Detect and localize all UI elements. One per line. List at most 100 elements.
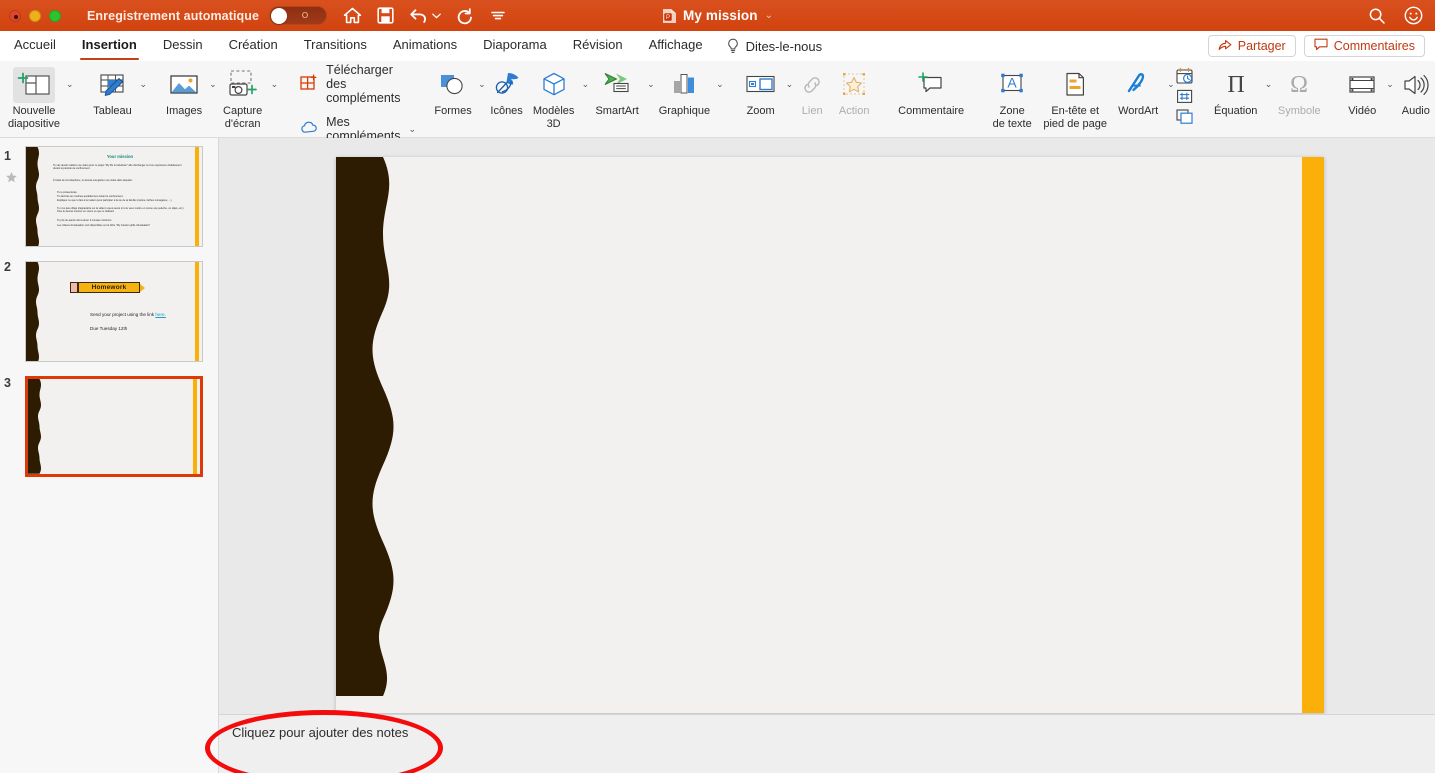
- tab-accueil[interactable]: Accueil: [14, 37, 56, 55]
- table-button[interactable]: Tableau: [88, 65, 138, 118]
- new-comment-button[interactable]: Commentaire: [891, 65, 971, 118]
- link-button[interactable]: Lien: [793, 65, 831, 118]
- tab-affichage[interactable]: Affichage: [649, 37, 703, 55]
- date-time-icon[interactable]: [1175, 67, 1195, 85]
- redo-icon[interactable]: [455, 6, 474, 25]
- tell-me-box[interactable]: Dites-le-nous: [726, 38, 822, 54]
- equation-button[interactable]: Π Équation: [1209, 65, 1263, 118]
- notes-pane[interactable]: Cliquez pour ajouter des notes: [219, 714, 1435, 773]
- save-icon[interactable]: [376, 6, 395, 25]
- zoom-label: Zoom: [746, 105, 775, 117]
- title-chevron-down-icon[interactable]: ⌄: [765, 10, 773, 21]
- slide-thumbnail-3[interactable]: [25, 376, 203, 477]
- smartart-button[interactable]: SmartArt: [589, 65, 645, 118]
- slide-thumbnail-2[interactable]: Homework Send your project using the lin…: [25, 261, 203, 362]
- ribbon-group-text: A Zone de texte En-tête et pied de page …: [985, 61, 1195, 137]
- chart-chevron-down-icon[interactable]: ⌄: [716, 79, 724, 90]
- chart-button[interactable]: Graphique: [655, 65, 714, 118]
- minimize-window-button[interactable]: [29, 9, 41, 22]
- images-chevron-down-icon[interactable]: ⌄: [209, 79, 217, 90]
- share-icon: [1218, 38, 1232, 54]
- thumb1-bullet-3: Expliquer ce que tu fais à la maison pou…: [57, 199, 172, 202]
- ribbon-group-media: Vidéo ⌄ Audio ⌄: [1340, 61, 1435, 137]
- audio-button[interactable]: Audio: [1394, 65, 1435, 118]
- zoom-button[interactable]: Zoom: [738, 65, 784, 118]
- home-icon[interactable]: [343, 6, 362, 25]
- object-icon[interactable]: [1175, 108, 1195, 125]
- shapes-chevron-down-icon[interactable]: ⌄: [478, 79, 486, 90]
- 3d-models-chevron-down-icon[interactable]: ⌄: [582, 79, 590, 90]
- new-slide-chevron-down-icon[interactable]: ⌄: [66, 79, 74, 90]
- get-addins-button[interactable]: Télécharger des compléments: [300, 63, 416, 105]
- screenshot-icon: [226, 67, 260, 103]
- comments-label: Commentaires: [1333, 39, 1415, 53]
- tab-creation[interactable]: Création: [229, 37, 278, 55]
- ribbon-group-links: Zoom ⌄ Lien Action: [738, 61, 878, 137]
- comments-button[interactable]: Commentaires: [1303, 35, 1425, 57]
- notes-placeholder[interactable]: Cliquez pour ajouter des notes: [232, 725, 408, 740]
- tab-animations[interactable]: Animations: [393, 37, 457, 55]
- account-smiley-icon[interactable]: [1404, 6, 1423, 25]
- quick-access-toolbar: [343, 6, 507, 25]
- wordart-icon: [1122, 67, 1154, 103]
- screenshot-chevron-down-icon[interactable]: ⌄: [271, 79, 279, 90]
- my-addins-chevron-down-icon[interactable]: ⌄: [409, 124, 417, 135]
- smartart-chevron-down-icon[interactable]: ⌄: [647, 79, 655, 90]
- header-footer-button[interactable]: En-tête et pied de page: [1039, 65, 1111, 130]
- icons-button[interactable]: Icônes: [486, 65, 528, 118]
- new-slide-icon: [12, 67, 55, 103]
- text-box-button[interactable]: A Zone de texte: [985, 65, 1039, 130]
- video-button[interactable]: Vidéo: [1340, 65, 1384, 118]
- autosave-toggle[interactable]: O: [269, 6, 328, 25]
- images-button[interactable]: Images: [161, 65, 207, 118]
- screenshot-button[interactable]: Capture d'écran: [217, 65, 269, 130]
- slide-decoration-right-bar: [195, 262, 199, 361]
- slide-number-3: 3: [4, 376, 11, 390]
- shapes-icon: [437, 67, 469, 103]
- maximize-window-button[interactable]: [49, 9, 61, 22]
- svg-text:A: A: [1008, 75, 1018, 91]
- equation-chevron-down-icon[interactable]: ⌄: [1265, 79, 1273, 90]
- search-icon[interactable]: [1367, 6, 1386, 25]
- zoom-chevron-down-icon[interactable]: ⌄: [786, 79, 794, 90]
- text-insert-stack: [1175, 65, 1195, 125]
- tab-revision[interactable]: Révision: [573, 37, 623, 55]
- customize-toolbar-icon[interactable]: [488, 6, 507, 25]
- ribbon-tab-bar: Accueil Insertion Dessin Création Transi…: [0, 31, 1435, 61]
- ribbon-right-actions: Partager Commentaires: [1207, 35, 1425, 57]
- undo-chevron-down-icon[interactable]: [432, 6, 441, 25]
- wordart-button[interactable]: WordArt: [1111, 65, 1165, 118]
- action-icon: [839, 67, 869, 103]
- video-chevron-down-icon[interactable]: ⌄: [1386, 79, 1394, 90]
- 3d-models-button[interactable]: Modèles 3D: [528, 65, 580, 130]
- equation-label: Équation: [1214, 105, 1258, 117]
- comment-bubble-icon: [1314, 38, 1328, 54]
- 3d-models-label: Modèles 3D: [532, 105, 575, 130]
- tab-diaporama[interactable]: Diaporama: [483, 37, 547, 55]
- wordart-chevron-down-icon[interactable]: ⌄: [1167, 79, 1175, 90]
- symbol-button[interactable]: Ω Symbole: [1272, 65, 1326, 118]
- tab-transitions[interactable]: Transitions: [304, 37, 367, 55]
- ribbon-group-illustrations: Formes ⌄ Icônes Modèles 3D ⌄ SmartArt ⌄ …: [430, 61, 724, 137]
- slide-number-icon[interactable]: [1175, 88, 1195, 105]
- new-slide-button[interactable]: Nouvelle diapositive: [4, 65, 64, 130]
- tab-insertion[interactable]: Insertion: [79, 37, 139, 60]
- shapes-button[interactable]: Formes: [430, 65, 476, 118]
- action-button[interactable]: Action: [831, 65, 877, 118]
- current-slide[interactable]: [336, 157, 1324, 713]
- thumb2-bullet-1: Send your project using the link here.: [90, 312, 166, 317]
- undo-icon[interactable]: [409, 6, 428, 25]
- document-title: My mission: [683, 8, 758, 23]
- thumb2-bullet-2: Due Tuesday 12th: [90, 326, 128, 331]
- wordart-label: WordArt: [1118, 105, 1159, 117]
- thumb2-link[interactable]: here.: [155, 312, 165, 317]
- slide-thumbnail-1[interactable]: Your mission Tu vas devoir réaliser une …: [25, 146, 203, 247]
- slide-editing-canvas[interactable]: [219, 138, 1435, 773]
- share-button[interactable]: Partager: [1207, 35, 1296, 57]
- tab-dessin[interactable]: Dessin: [163, 37, 203, 55]
- close-window-button[interactable]: [9, 9, 21, 22]
- powerpoint-window: Enregistrement automatique O P My missio…: [0, 0, 1435, 773]
- table-chevron-down-icon[interactable]: ⌄: [140, 79, 148, 90]
- slide-thumbnail-panel[interactable]: 1 Your mission Tu vas devoir réaliser un…: [0, 138, 219, 773]
- new-comment-label: Commentaire: [898, 105, 965, 117]
